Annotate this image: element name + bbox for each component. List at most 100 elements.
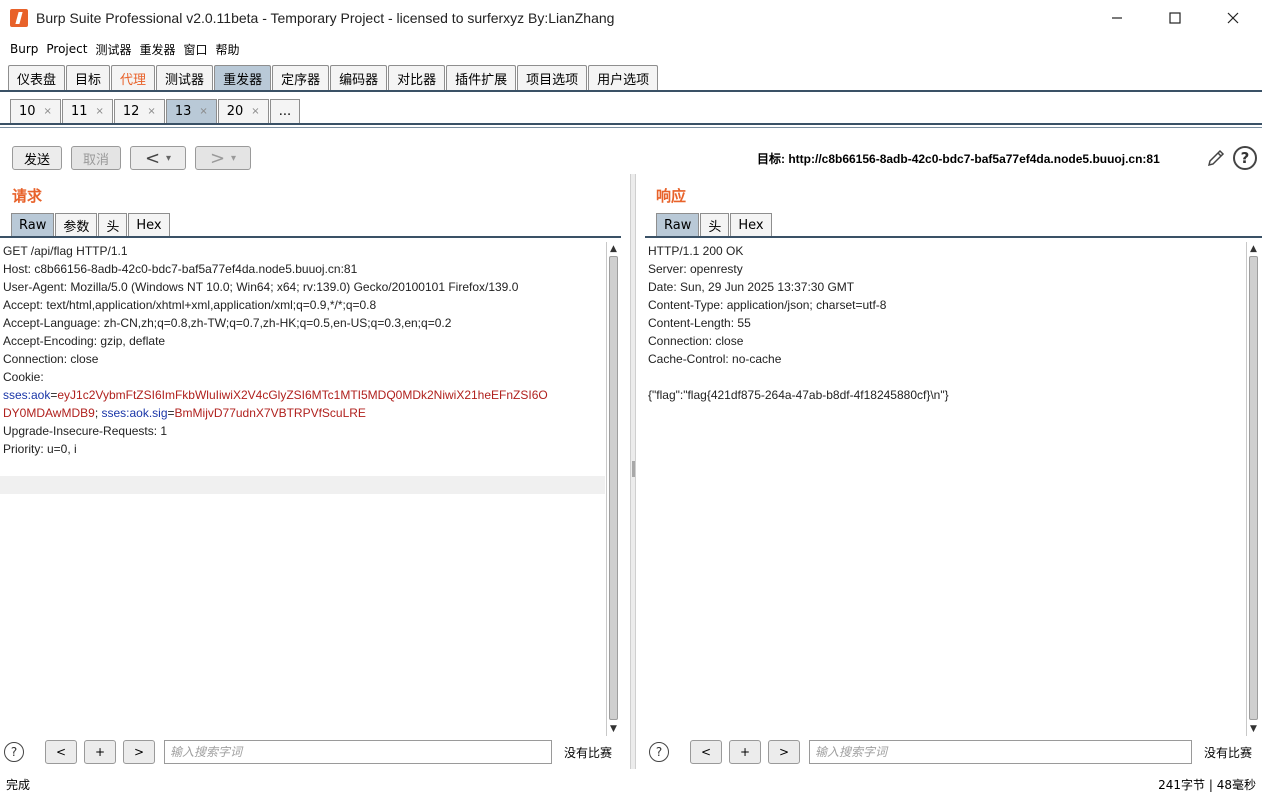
minimize-button[interactable] [1088, 0, 1146, 36]
request-search-next-button[interactable]: > [123, 740, 155, 764]
tab-repeater[interactable]: 重发器 [214, 65, 272, 90]
scroll-thumb[interactable] [609, 256, 618, 720]
request-search-help-icon[interactable]: ? [4, 742, 24, 762]
tab-target[interactable]: 目标 [66, 65, 111, 90]
request-tab-raw[interactable]: Raw [11, 213, 55, 237]
send-button[interactable]: 发送 [12, 146, 62, 170]
request-tab-headers[interactable]: 头 [98, 213, 128, 237]
forward-button[interactable]: > ▾ [195, 146, 251, 170]
forward-history-dropdown-icon[interactable]: ▾ [231, 153, 236, 164]
maximize-icon [1169, 12, 1181, 24]
response-body-line: {"flag":"flag{421df875-264a-47ab-b8df-4f… [648, 388, 949, 402]
repeater-tab-label: ... [278, 104, 292, 119]
response-size-timing: 241字节 | 48毫秒 [1158, 778, 1256, 792]
request-editor[interactable]: GET /api/flag HTTP/1.1 Host: c8b66156-8a… [0, 242, 606, 736]
cookie-value: eyJ1c2VybmFtZSI6ImFkbWluIiwiX2V4cGlyZSI6… [57, 388, 548, 402]
repeater-tab-label: 13 [174, 104, 192, 119]
scroll-up-icon[interactable]: ▲ [607, 243, 620, 255]
cookie-name: sses:aok [3, 388, 51, 402]
new-repeater-tab[interactable]: ... [269, 99, 301, 123]
split-pane-divider[interactable] [630, 174, 636, 769]
back-history-dropdown-icon[interactable]: ▾ [166, 153, 171, 164]
request-tab-hex[interactable]: Hex [128, 213, 170, 237]
scroll-down-icon[interactable]: ▼ [607, 723, 620, 735]
request-line: GET /api/flag HTTP/1.1 [3, 244, 128, 258]
response-text: HTTP/1.1 200 OK Server: openresty Date: … [645, 242, 1246, 404]
request-text: GET /api/flag HTTP/1.1 Host: c8b66156-8a… [0, 242, 606, 458]
close-tab-icon[interactable]: × [147, 106, 155, 117]
tab-project-options[interactable]: 项目选项 [517, 65, 588, 90]
response-search-input[interactable] [809, 740, 1192, 764]
tab-user-options[interactable]: 用户选项 [588, 65, 659, 90]
request-search-prev-button[interactable]: < [45, 740, 77, 764]
repeater-tab-label: 11 [70, 104, 88, 119]
menu-project[interactable]: Project [42, 42, 91, 56]
burp-logo-icon [10, 9, 28, 27]
close-icon [1227, 12, 1239, 24]
repeater-tab-12[interactable]: 12 × [113, 99, 165, 123]
response-scrollbar[interactable]: ▲ ▼ [1246, 242, 1260, 736]
cookie-value-cont: DY0MDAwMDB9 [3, 406, 95, 420]
menu-intruder[interactable]: 测试器 [91, 41, 135, 58]
repeater-tab-20[interactable]: 20 × [217, 99, 269, 123]
request-line: Accept-Encoding: gzip, deflate [3, 334, 166, 348]
close-window-button[interactable] [1204, 0, 1262, 36]
cookie-equals: = [167, 406, 175, 420]
maximize-button[interactable] [1146, 0, 1204, 36]
minimize-icon [1112, 17, 1122, 19]
repeater-tab-label: 12 [122, 104, 140, 119]
request-search-add-button[interactable]: + [84, 740, 116, 764]
close-tab-icon[interactable]: × [251, 106, 259, 117]
response-tab-hex[interactable]: Hex [730, 213, 772, 237]
response-tab-headers[interactable]: 头 [700, 213, 730, 237]
response-search-next-button[interactable]: > [768, 740, 800, 764]
menu-help[interactable]: 帮助 [212, 41, 244, 58]
close-tab-icon[interactable]: × [44, 106, 52, 117]
request-match-count: 没有比赛 [564, 746, 613, 760]
scroll-thumb[interactable] [1249, 256, 1258, 720]
menu-bar: Burp Project 测试器 重发器 窗口 帮助 [0, 38, 1262, 60]
response-search-help-icon[interactable]: ? [649, 742, 669, 762]
tab-intruder[interactable]: 测试器 [156, 65, 214, 90]
tab-decoder[interactable]: 编码器 [330, 65, 388, 90]
response-line: Server: openresty [648, 262, 743, 276]
response-line [648, 368, 1246, 386]
response-search-add-button[interactable]: + [729, 740, 761, 764]
tab-proxy[interactable]: 代理 [111, 65, 156, 90]
request-scrollbar[interactable]: ▲ ▼ [606, 242, 620, 736]
response-line: Date: Sun, 29 Jun 2025 13:37:30 GMT [648, 280, 855, 294]
request-tab-params[interactable]: 参数 [55, 213, 98, 237]
scroll-down-icon[interactable]: ▼ [1247, 723, 1260, 735]
status-text: 完成 [6, 778, 31, 792]
menu-burp[interactable]: Burp [6, 42, 42, 56]
repeater-tab-10[interactable]: 10 × [10, 99, 61, 123]
tab-sequencer[interactable]: 定序器 [272, 65, 330, 90]
menu-repeater[interactable]: 重发器 [135, 41, 179, 58]
back-button[interactable]: < ▾ [130, 146, 186, 170]
request-tab-underline [0, 236, 621, 238]
sub-tab-underline [0, 123, 1262, 125]
repeater-tab-11[interactable]: 11 × [61, 99, 113, 123]
title-bar: Burp Suite Professional v2.0.11beta - Te… [0, 0, 1262, 36]
request-search-input[interactable] [164, 740, 552, 764]
tab-extender[interactable]: 插件扩展 [446, 65, 517, 90]
response-editor[interactable]: HTTP/1.1 200 OK Server: openresty Date: … [645, 242, 1246, 736]
response-search-prev-button[interactable]: < [690, 740, 722, 764]
repeater-tab-label: 20 [226, 104, 244, 119]
scroll-up-icon[interactable]: ▲ [1247, 243, 1260, 255]
repeater-tab-13[interactable]: 13 × [165, 99, 217, 123]
request-line: Upgrade-Insecure-Requests: 1 [3, 424, 168, 438]
cookie-sig-name: sses:aok.sig [101, 406, 168, 420]
help-icon[interactable]: ? [1233, 146, 1257, 170]
tab-dashboard[interactable]: 仪表盘 [8, 65, 66, 90]
request-line: Priority: u=0, i [3, 442, 77, 456]
close-tab-icon[interactable]: × [199, 106, 207, 117]
menu-window[interactable]: 窗口 [179, 41, 211, 58]
cookie-line-2: DY0MDAwMDB9; sses:aok.sig=BmMijvD77udnX7… [3, 404, 606, 422]
tab-comparer[interactable]: 对比器 [388, 65, 446, 90]
close-tab-icon[interactable]: × [95, 106, 103, 117]
response-line: Content-Type: application/json; charset=… [648, 298, 887, 312]
response-tab-raw[interactable]: Raw [656, 213, 700, 237]
edit-target-icon[interactable] [1206, 148, 1226, 168]
cancel-button[interactable]: 取消 [71, 146, 121, 170]
